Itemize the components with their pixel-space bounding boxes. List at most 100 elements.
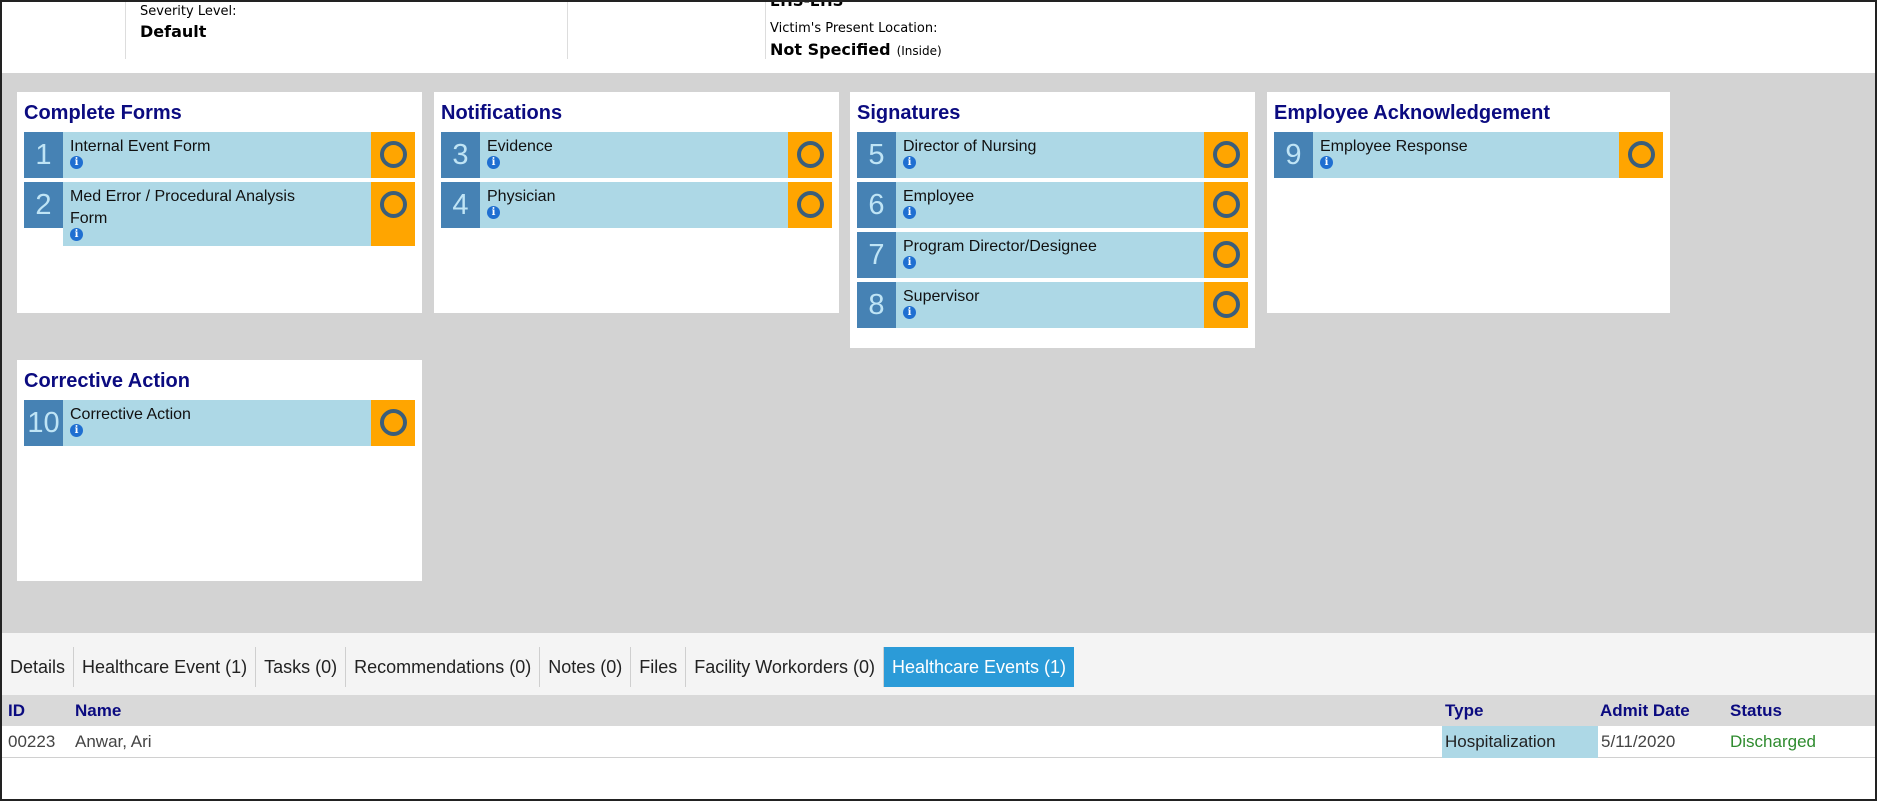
card-title: Signatures xyxy=(857,102,961,124)
table-row[interactable]: 00223 Anwar, Ari Hospitalization 5/11/20… xyxy=(2,726,1875,758)
step-body: Evidence i xyxy=(480,132,788,178)
cell-admit-date: 5/11/2020 xyxy=(1601,732,1676,751)
healthcare-events-table: ID Name Type Admit Date Status 00223 Anw… xyxy=(2,695,1875,799)
pending-ring-icon xyxy=(1212,141,1240,168)
column-header-id[interactable]: ID xyxy=(8,701,25,721)
pending-ring-icon xyxy=(379,191,407,218)
step-3[interactable]: 3 Evidence i xyxy=(441,132,832,178)
pending-ring-icon xyxy=(1627,141,1655,168)
info-icon[interactable]: i xyxy=(487,156,500,169)
info-icon[interactable]: i xyxy=(1320,156,1333,169)
column-header-admit-date[interactable]: Admit Date xyxy=(1600,701,1690,721)
step-number: 7 xyxy=(857,232,896,278)
victim-location-text: Not Specified xyxy=(770,40,891,59)
step-8[interactable]: 8 Supervisor i xyxy=(857,282,1248,328)
cell-name: Anwar, Ari xyxy=(75,732,152,751)
step-label: Internal Event Form xyxy=(70,138,211,155)
step-number: 1 xyxy=(24,132,63,178)
step-4[interactable]: 4 Physician i xyxy=(441,182,832,228)
tab-facility-workorders[interactable]: Facility Workorders (0) xyxy=(686,647,884,687)
info-icon[interactable]: i xyxy=(903,306,916,319)
table-header: ID Name Type Admit Date Status xyxy=(2,695,1875,726)
tab-notes[interactable]: Notes (0) xyxy=(540,647,632,687)
step-body: Program Director/Designee i xyxy=(896,232,1204,278)
tab-healthcare-event[interactable]: Healthcare Event (1) xyxy=(74,647,257,687)
tab-files[interactable]: Files xyxy=(631,647,687,687)
info-icon[interactable]: i xyxy=(903,256,916,269)
status-cell[interactable] xyxy=(1204,282,1248,328)
step-label: Employee Response xyxy=(1320,138,1468,155)
status-cell[interactable] xyxy=(1619,132,1663,178)
tab-bar: Details Healthcare Event (1) Tasks (0) R… xyxy=(2,633,1875,695)
pending-ring-icon xyxy=(1212,191,1240,218)
header-divider xyxy=(567,2,568,59)
header-divider xyxy=(125,2,126,59)
step-10[interactable]: 10 Corrective Action i xyxy=(24,400,415,446)
status-cell[interactable] xyxy=(1204,132,1248,178)
step-label: Employee xyxy=(903,188,975,205)
status-cell[interactable] xyxy=(788,132,832,178)
tab-tasks[interactable]: Tasks (0) xyxy=(256,647,347,687)
pending-ring-icon xyxy=(796,191,824,218)
step-6[interactable]: 6 Employee i xyxy=(857,182,1248,228)
cell-type: Hospitalization xyxy=(1442,726,1598,758)
cell-id: 00223 xyxy=(8,732,56,751)
card-signatures: Signatures 5 Director of Nursing i 6 Emp… xyxy=(850,92,1255,348)
step-number: 3 xyxy=(441,132,480,178)
pending-ring-icon xyxy=(379,141,407,168)
card-notifications: Notifications 3 Evidence i 4 Physician i xyxy=(434,92,839,313)
step-body: Director of Nursing i xyxy=(896,132,1204,178)
step-label: Program Director/Designee xyxy=(903,238,1097,255)
tab-healthcare-events[interactable]: Healthcare Events (1) xyxy=(883,647,1075,687)
victim-location-label: Victim's Present Location: xyxy=(770,21,938,36)
step-number: 9 xyxy=(1274,132,1313,178)
app-window: Severity Level: Default EHS-EHS Victim's… xyxy=(0,0,1877,801)
status-cell[interactable] xyxy=(1204,182,1248,228)
card-employee-acknowledgement: Employee Acknowledgement 9 Employee Resp… xyxy=(1267,92,1670,313)
tab-details[interactable]: Details xyxy=(2,647,75,687)
tab-recommendations[interactable]: Recommendations (0) xyxy=(346,647,541,687)
cell-status: Discharged xyxy=(1730,732,1816,751)
column-header-status[interactable]: Status xyxy=(1730,701,1782,721)
card-title: Notifications xyxy=(441,102,563,124)
step-label: Med Error / Procedural Analysis Form xyxy=(70,188,295,227)
severity-label: Severity Level: xyxy=(140,4,237,19)
step-body: Physician i xyxy=(480,182,788,228)
tabs: Details Healthcare Event (1) Tasks (0) R… xyxy=(2,647,1075,687)
info-icon[interactable]: i xyxy=(903,206,916,219)
step-5[interactable]: 5 Director of Nursing i xyxy=(857,132,1248,178)
step-number: 4 xyxy=(441,182,480,228)
info-icon[interactable]: i xyxy=(70,156,83,169)
step-label: Corrective Action xyxy=(70,406,191,423)
step-number: 10 xyxy=(24,400,63,446)
status-cell[interactable] xyxy=(371,400,415,446)
step-7[interactable]: 7 Program Director/Designee i xyxy=(857,232,1248,278)
step-2[interactable]: 2 Med Error / Procedural Analysis Form i xyxy=(24,182,415,246)
column-header-type[interactable]: Type xyxy=(1445,701,1483,721)
pending-ring-icon xyxy=(1212,291,1240,318)
step-body: Internal Event Form i xyxy=(63,132,371,178)
column-header-name[interactable]: Name xyxy=(75,701,121,721)
step-body: Med Error / Procedural Analysis Form i xyxy=(63,182,371,246)
info-icon[interactable]: i xyxy=(903,156,916,169)
info-icon[interactable]: i xyxy=(70,228,83,241)
status-cell[interactable] xyxy=(1204,232,1248,278)
step-label: Supervisor xyxy=(903,288,980,305)
step-body: Employee Response i xyxy=(1313,132,1619,178)
info-icon[interactable]: i xyxy=(487,206,500,219)
card-complete-forms: Complete Forms 1 Internal Event Form i 2… xyxy=(17,92,422,313)
status-cell[interactable] xyxy=(371,182,415,246)
step-body: Employee i xyxy=(896,182,1204,228)
step-body: Supervisor i xyxy=(896,282,1204,328)
severity-value: Default xyxy=(140,22,207,41)
incident-header: Severity Level: Default EHS-EHS Victim's… xyxy=(2,2,1875,73)
header-divider xyxy=(765,2,766,59)
info-icon[interactable]: i xyxy=(70,424,83,437)
step-1[interactable]: 1 Internal Event Form i xyxy=(24,132,415,178)
step-9[interactable]: 9 Employee Response i xyxy=(1274,132,1663,178)
pending-ring-icon xyxy=(1212,241,1240,268)
card-corrective-action: Corrective Action 10 Corrective Action i xyxy=(17,360,422,581)
step-number: 5 xyxy=(857,132,896,178)
status-cell[interactable] xyxy=(788,182,832,228)
status-cell[interactable] xyxy=(371,132,415,178)
